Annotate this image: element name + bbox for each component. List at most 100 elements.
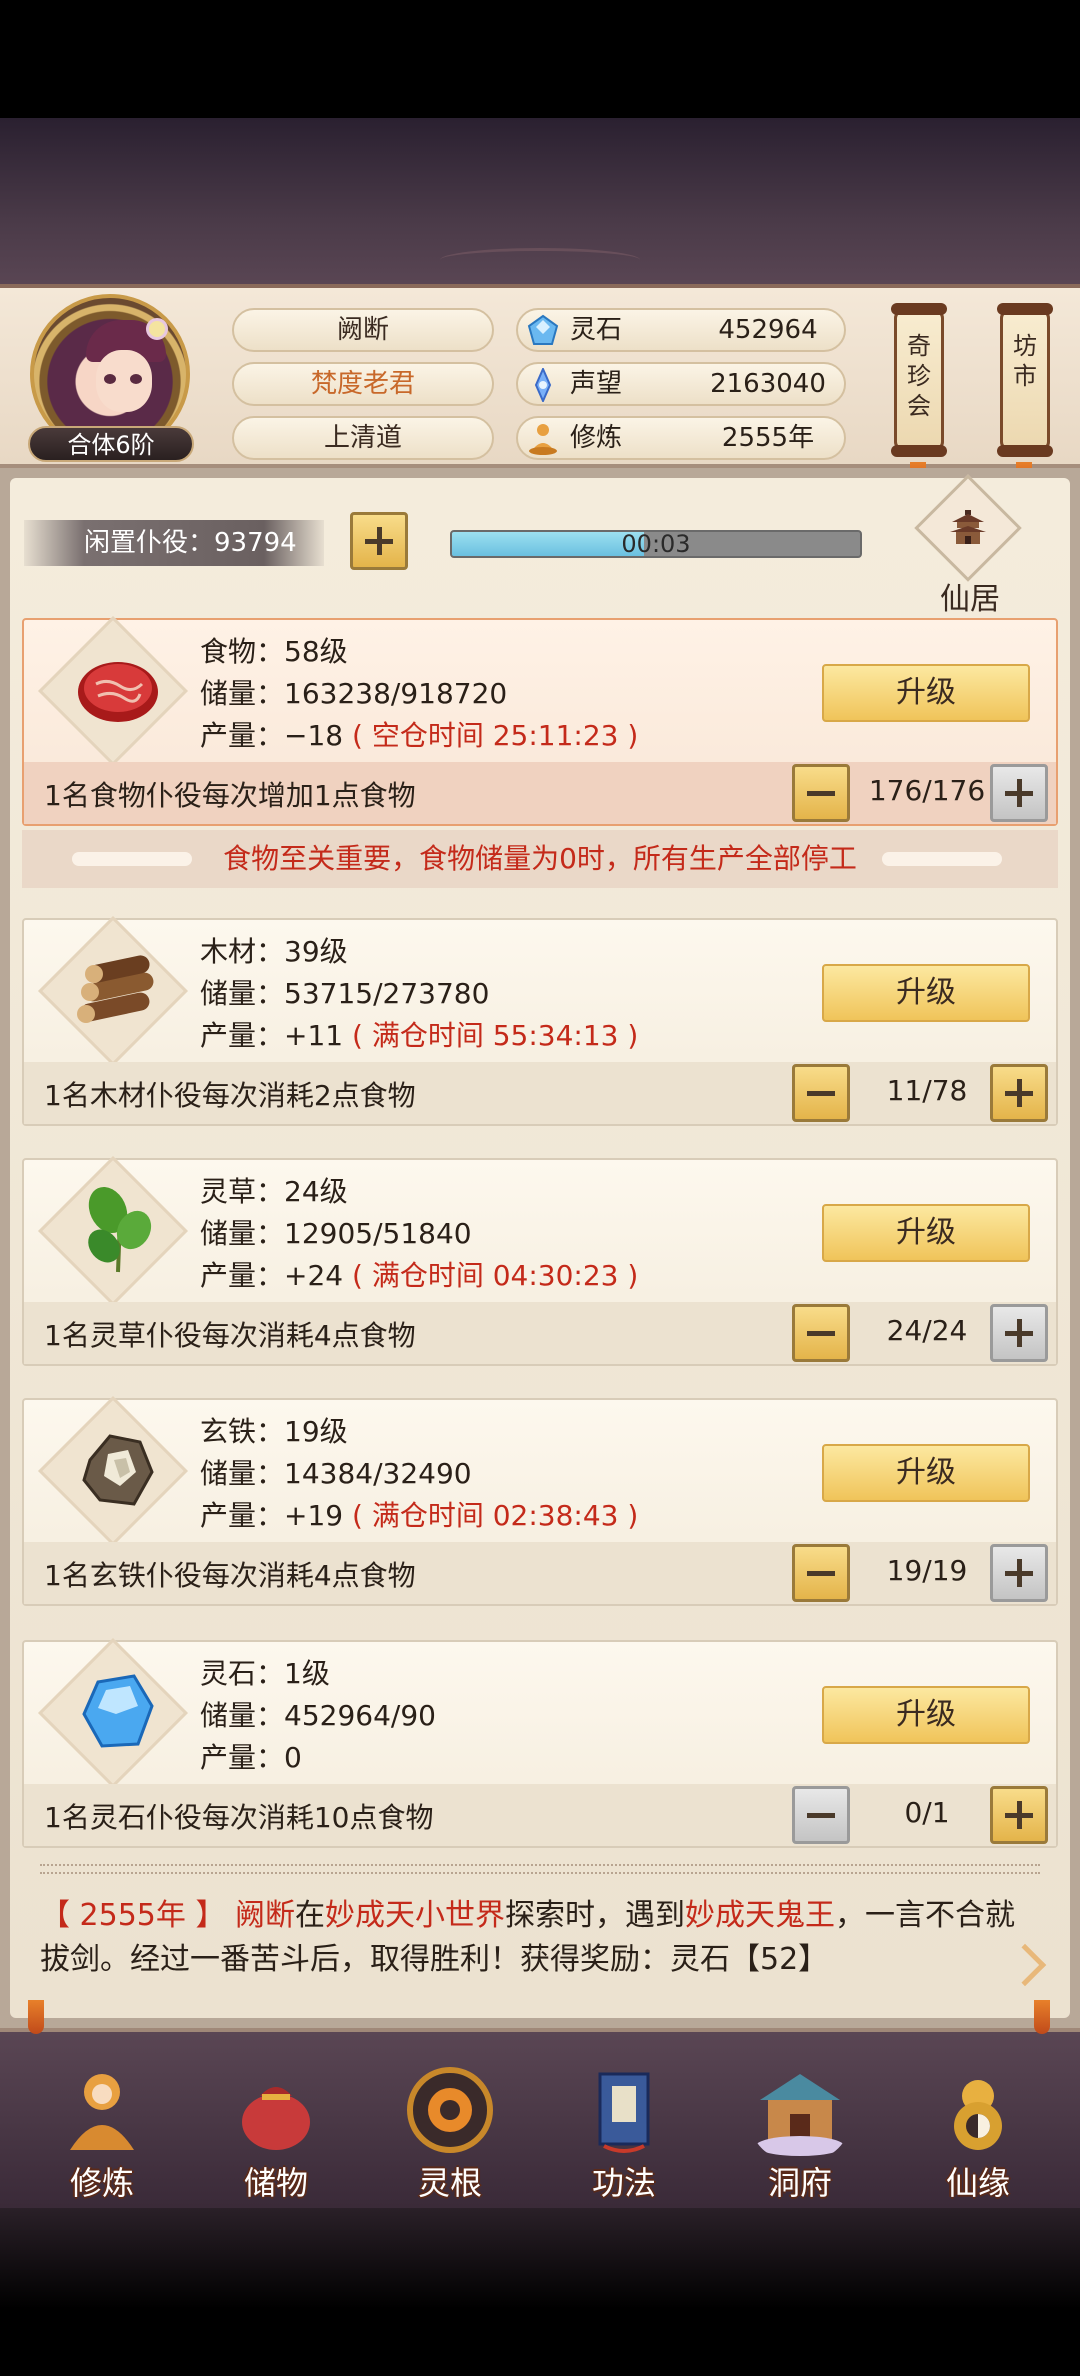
nav-label: 灵根 — [417, 2164, 482, 2202]
log-year: 2555年 — [79, 1898, 186, 1933]
increase-servant-button[interactable] — [990, 1786, 1048, 1844]
spirit-stone-production: 产量：0 — [200, 1736, 302, 1776]
plus-icon-stroke — [1017, 1079, 1022, 1107]
plus-icon-stroke — [1017, 779, 1022, 807]
plus-icon-stroke — [1017, 1319, 1022, 1347]
log-place: 妙成天小世界 — [325, 1898, 505, 1933]
resource-cultivation: 修炼 2555年 — [516, 416, 846, 460]
decrease-servant-button[interactable] — [792, 1544, 850, 1602]
spirit-stone-storage: 储量：452964/90 — [200, 1699, 436, 1732]
add-servant-button[interactable] — [350, 512, 408, 570]
decrease-servant-button[interactable] — [792, 764, 850, 822]
rank-badge: 合体6阶 — [28, 426, 194, 462]
herb-leaf-icon — [88, 1186, 152, 1273]
herb-production: 产量：+24 ( 满仓时间 04:30:23 ) — [200, 1254, 638, 1294]
upgrade-button[interactable]: 升级 — [822, 1444, 1030, 1502]
increase-servant-button[interactable] — [990, 1064, 1048, 1122]
resource-value: 2163040 — [710, 369, 826, 399]
plus-icon-stroke — [1017, 1801, 1022, 1829]
treasure-fair-button[interactable]: 奇珍会 — [891, 303, 947, 457]
palace-icon — [756, 2074, 844, 2156]
production-value: 产量：−18 — [200, 719, 344, 752]
player-title: 梵度老君 — [232, 362, 494, 406]
iron-storage: 储量：14384/32490 — [200, 1457, 472, 1490]
resource-card-food: 食物：58级 储量：163238/918720 产量：−18 ( 空仓时间 25… — [22, 616, 1058, 826]
iron-ore-icon — [82, 1434, 154, 1506]
nav-label: 储物 — [243, 2164, 308, 2202]
increase-servant-button[interactable] — [990, 1304, 1048, 1362]
resource-card-wood: 木材：39级 储量：53715/273780 产量：+11 ( 满仓时间 55:… — [22, 916, 1058, 1126]
cultivation-icon — [529, 424, 557, 455]
timer-text: ( 满仓时间 04:30:23 ) — [352, 1259, 639, 1292]
cultivate-icon — [70, 2074, 134, 2150]
resource-card-spirit-stone: 灵石：1级 储量：452964/90 产量：0 升级 1名灵石仆役每次消耗10点… — [22, 1638, 1058, 1848]
residence-label: 仙居 — [940, 582, 1000, 617]
player-sect: 上清道 — [232, 416, 494, 460]
upgrade-button[interactable]: 升级 — [822, 964, 1030, 1022]
servant-description: 1名灵草仆役每次消耗4点食物 — [44, 1319, 416, 1352]
nav-label: 修炼 — [69, 2164, 134, 2202]
log-bracket: 】 — [195, 1898, 226, 1933]
event-log: 【 2555年 】 阙断在妙成天小世界探索时，遇到妙成天鬼王，一言不合就拔剑。经… — [40, 1894, 1040, 1982]
nav-label: 洞府 — [767, 2164, 832, 2202]
nav-techniques[interactable]: 功法 — [564, 2060, 684, 2202]
servant-count: 11/78 — [886, 1074, 968, 1107]
servant-count: 176/176 — [868, 774, 986, 807]
iron-level: 玄铁：19级 — [200, 1415, 348, 1448]
servant-count: 24/24 — [886, 1314, 968, 1347]
log-player: 阙断 — [235, 1898, 295, 1933]
avatar-eye — [130, 374, 142, 384]
upgrade-button[interactable]: 升级 — [822, 1204, 1030, 1262]
resource-card-herb: 灵草：24级 储量：12905/51840 产量：+24 ( 满仓时间 04:3… — [22, 1156, 1058, 1366]
decrease-servant-button[interactable] — [792, 1304, 850, 1362]
increase-servant-button[interactable] — [990, 764, 1048, 822]
food-warning-banner: 食物至关重要，食物储量为0时，所有生产全部停工 — [22, 830, 1058, 888]
resource-spirit-stone: 灵石 452964 — [516, 308, 846, 352]
player-name: 阙断 — [232, 308, 494, 352]
nav-spirit-root[interactable]: 灵根 — [390, 2060, 510, 2202]
nav-storage[interactable]: 储物 — [216, 2060, 336, 2202]
plus-icon-stroke — [1017, 1559, 1022, 1587]
spirit-stone-level: 灵石：1级 — [200, 1657, 330, 1690]
wood-production: 产量：+11 ( 满仓时间 55:34:13 ) — [200, 1014, 638, 1054]
servant-description: 1名玄铁仆役每次消耗4点食物 — [44, 1559, 416, 1592]
resource-value: 452964 — [718, 315, 818, 345]
flower-icon — [146, 318, 168, 340]
wood-storage: 储量：53715/273780 — [200, 977, 490, 1010]
servant-description: 1名食物仆役每次增加1点食物 — [44, 779, 416, 812]
resource-value: 2555年 — [721, 423, 815, 453]
market-button[interactable]: 坊市 — [997, 303, 1053, 457]
minus-icon — [807, 1331, 835, 1336]
resource-label: 声望 — [570, 369, 623, 399]
spirit-stone-icon — [527, 314, 559, 345]
avatar-eye — [104, 374, 116, 384]
nav-label: 仙缘 — [945, 2164, 1010, 2202]
servant-description: 1名灵石仆役每次消耗10点食物 — [44, 1801, 434, 1834]
minus-icon — [807, 1571, 835, 1576]
nav-fortune[interactable]: 仙缘 — [918, 2060, 1038, 2202]
book-icon — [598, 2072, 650, 2153]
upgrade-button[interactable]: 升级 — [822, 664, 1030, 722]
decrease-servant-button[interactable] — [792, 1786, 850, 1844]
cloud-decor — [882, 852, 1002, 866]
ornament — [440, 248, 640, 272]
log-bracket: 【 — [40, 1898, 70, 1933]
upgrade-button[interactable]: 升级 — [822, 1686, 1030, 1744]
log-divider — [40, 1864, 1040, 1874]
log-text: 探索时，遇到 — [505, 1898, 685, 1933]
resource-prestige: 声望 2163040 — [516, 362, 846, 406]
residence-button[interactable]: 仙居 — [900, 474, 1040, 617]
servant-description: 1名木材仆役每次消耗2点食物 — [44, 1079, 416, 1112]
nav-label: 功法 — [591, 2164, 656, 2202]
spirit-stone-icon — [82, 1674, 154, 1748]
meat-icon — [78, 662, 158, 722]
nav-cultivate[interactable]: 修炼 — [42, 2060, 162, 2202]
decrease-servant-button[interactable] — [792, 1064, 850, 1122]
increase-servant-button[interactable] — [990, 1544, 1048, 1602]
status-bar-area — [0, 0, 1080, 118]
production-value: 产量：0 — [200, 1741, 302, 1774]
production-value: 产量：+24 — [200, 1259, 344, 1292]
food-production: 产量：−18 ( 空仓时间 25:11:23 ) — [200, 714, 638, 754]
food-storage: 储量：163238/918720 — [200, 677, 508, 710]
nav-cave-dwelling[interactable]: 洞府 — [740, 2060, 860, 2202]
